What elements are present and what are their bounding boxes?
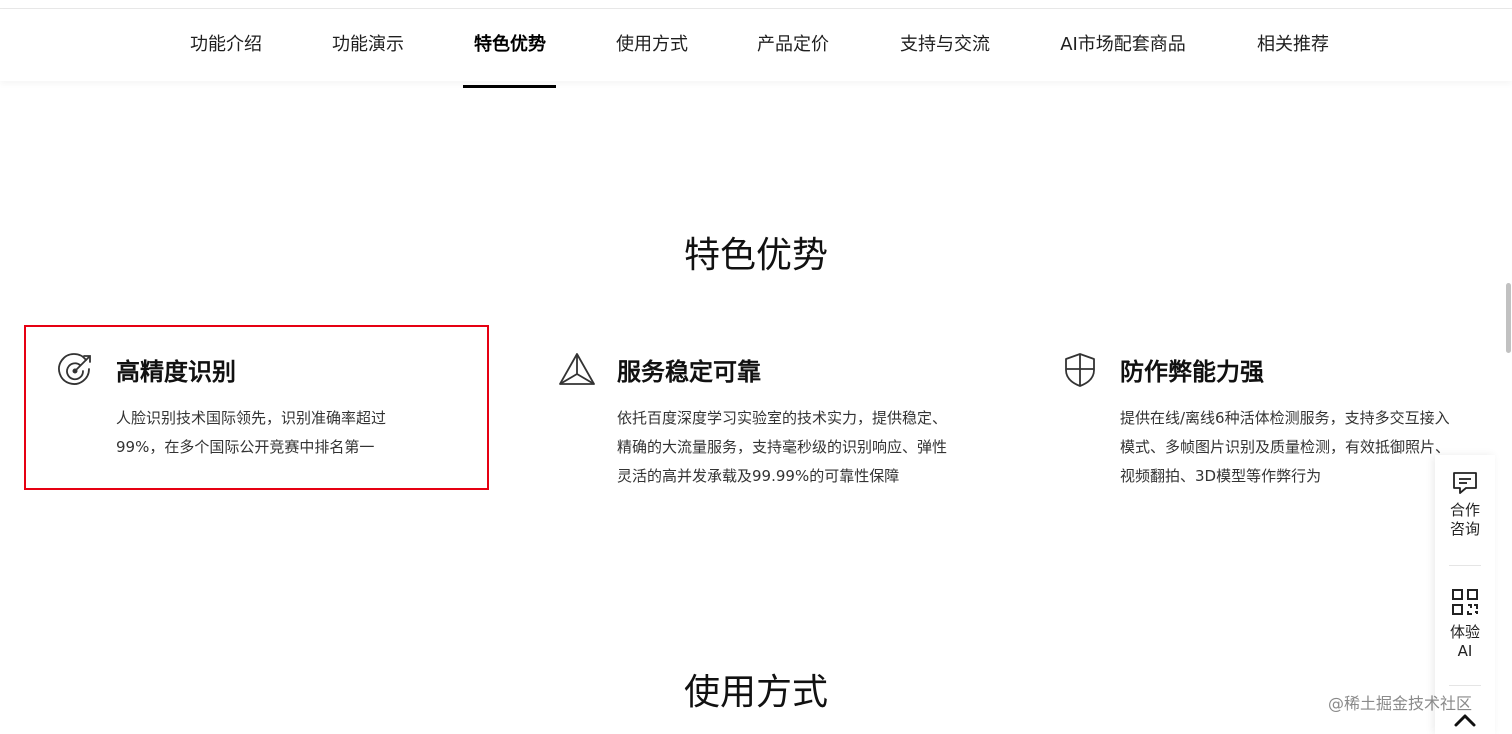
panel-divider: [1449, 685, 1481, 686]
feature-desc: 依托百度深度学习实验室的技术实力，提供稳定、精确的大流量服务，支持毫秒级的识别响…: [617, 409, 948, 485]
try-ai-button[interactable]: 体验AI: [1435, 587, 1495, 661]
nav-tab-usage[interactable]: 使用方式: [616, 9, 688, 81]
highlight-box: [24, 325, 489, 490]
back-to-top-icon[interactable]: [1452, 712, 1478, 728]
nav-tab-ai-market[interactable]: AI市场配套商品: [1060, 9, 1186, 81]
section-nav: 功能介绍 功能演示 特色优势 使用方式 产品定价 支持与交流 AI市场配套商品 …: [0, 9, 1512, 88]
nav-tab-support[interactable]: 支持与交流: [900, 9, 990, 81]
watermark: @稀土掘金技术社区: [1328, 694, 1473, 713]
nav-tab-advantages[interactable]: 特色优势: [474, 9, 546, 81]
feature-title: 防作弊能力强: [1120, 358, 1264, 386]
nav-active-underline: [463, 85, 556, 88]
feature-desc: 提供在线/离线6种活体检测服务，支持多交互接入模式、多帧图片识别及质量检测，有效…: [1120, 409, 1451, 485]
advantages-title: 特色优势: [683, 235, 828, 276]
usage-title: 使用方式: [683, 672, 828, 713]
feature-title: 服务稳定可靠: [617, 358, 761, 386]
page-scrollbar[interactable]: [1506, 283, 1511, 353]
chat-icon: [1453, 472, 1477, 494]
try-ai-label: 体验AI: [1449, 623, 1480, 660]
nav-tab-features[interactable]: 功能介绍: [190, 9, 262, 81]
consult-button[interactable]: 合作咨询: [1435, 469, 1495, 539]
nav-tab-demo[interactable]: 功能演示: [332, 9, 404, 81]
nav-tab-pricing[interactable]: 产品定价: [757, 9, 829, 81]
stable-icon: [557, 350, 597, 390]
panel-divider: [1449, 565, 1481, 566]
nav-tab-recommend[interactable]: 相关推荐: [1257, 9, 1329, 81]
qr-code-icon: [1452, 589, 1478, 615]
consult-label: 合作咨询: [1449, 501, 1480, 538]
shield-icon: [1060, 350, 1100, 390]
